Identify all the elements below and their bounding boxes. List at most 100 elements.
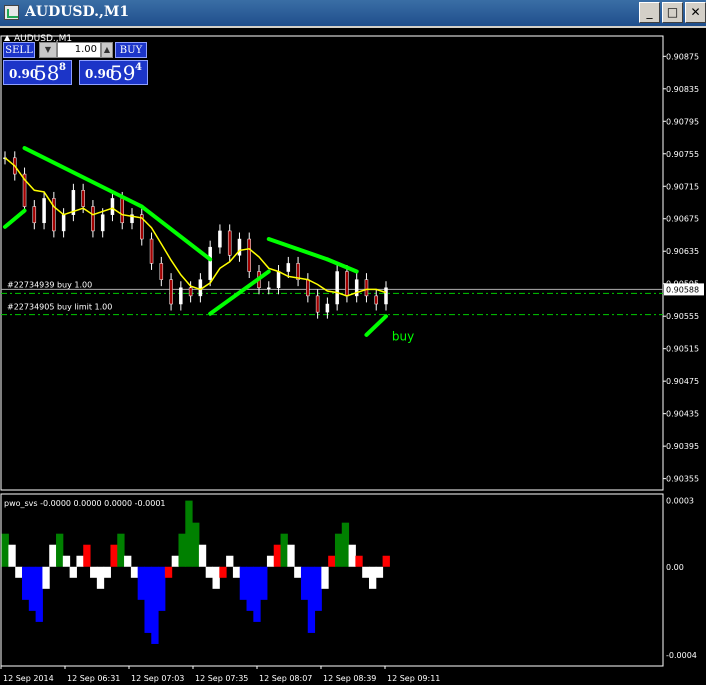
price-chart[interactable]: ▲ AUDUSD.,M10.908750.908350.907950.907550… — [0, 0, 706, 685]
histogram-bar — [321, 566, 329, 589]
candle-body — [198, 279, 203, 297]
histogram-bar — [164, 566, 173, 578]
candle-body — [208, 246, 212, 280]
candle-body — [188, 287, 193, 297]
buy-price-button[interactable]: 0.90 59 4 — [79, 60, 148, 85]
histogram-bar — [158, 566, 166, 611]
chart-collapse-icon: ▲ — [4, 33, 11, 42]
candle-body — [81, 190, 85, 207]
trend-line — [208, 269, 271, 316]
histogram-bar — [368, 566, 377, 589]
histogram-bar — [382, 555, 390, 567]
histogram-bar — [280, 533, 288, 567]
histogram-bar — [232, 566, 241, 578]
price-tick-label: 0.90475 — [666, 377, 699, 386]
histogram-bar — [198, 544, 207, 567]
candle-body — [335, 271, 339, 305]
histogram-bar — [307, 566, 316, 633]
price-tick-label: 0.90715 — [666, 182, 699, 191]
candle-body — [325, 303, 330, 313]
price-tick-label: 0.90635 — [666, 247, 699, 256]
time-tick-label: 12 Sep 06:31 — [67, 674, 120, 683]
buy-price-sup: 4 — [135, 62, 142, 73]
histogram-bar — [355, 555, 363, 567]
candle-body — [159, 263, 164, 280]
candle-body — [384, 287, 388, 305]
candle-body — [286, 263, 291, 272]
candle-body — [218, 230, 222, 248]
lot-increase-button[interactable]: ▲ — [101, 42, 113, 58]
candle-body — [315, 295, 320, 313]
trend-line — [364, 314, 388, 337]
time-tick-label: 12 Sep 08:39 — [323, 674, 376, 683]
histogram-bar — [62, 555, 71, 567]
histogram-bar — [287, 544, 295, 567]
histogram-bar — [205, 566, 214, 578]
histogram-bar — [110, 544, 118, 567]
histogram-bar — [334, 533, 343, 567]
histogram-bar — [15, 566, 23, 578]
histogram-bar — [294, 566, 302, 578]
candle-body — [61, 214, 66, 232]
indicator-tick-label: -0.0004 — [666, 651, 697, 660]
price-tick-label: 0.90835 — [666, 85, 699, 94]
histogram-bar — [8, 544, 16, 567]
histogram-bar — [171, 555, 179, 567]
histogram-bar — [76, 555, 84, 567]
buy-price-big: 59 — [110, 61, 136, 85]
histogram-bar — [314, 566, 322, 611]
histogram-bar — [151, 566, 159, 644]
histogram-bar — [130, 566, 139, 578]
histogram-bar — [246, 566, 254, 611]
time-tick-label: 12 Sep 07:35 — [195, 674, 248, 683]
histogram-bar — [375, 566, 384, 578]
price-tick-label: 0.90795 — [666, 117, 699, 126]
candle-body — [110, 198, 115, 215]
price-tick-label: 0.90875 — [666, 52, 699, 61]
histogram-bar — [103, 566, 111, 578]
histogram-bar — [266, 555, 275, 567]
order-label: #22734905 buy limit 1.00 — [7, 303, 112, 312]
histogram-bar — [1, 533, 9, 567]
histogram-bar — [362, 566, 370, 578]
sell-button[interactable]: SELL — [3, 42, 35, 58]
candle-body — [237, 238, 242, 256]
buy-annotation: buy — [392, 330, 414, 344]
histogram-bar — [328, 555, 336, 567]
indicator-label: pwo_svs -0.0000 0.0000 0.0000 -0.0001 — [4, 499, 166, 508]
histogram-bar — [124, 555, 132, 567]
candle-body — [120, 198, 124, 224]
price-tick-label: 0.90555 — [666, 312, 699, 321]
price-tick-label: 0.90755 — [666, 150, 699, 159]
histogram-bar — [348, 544, 356, 567]
sell-price-button[interactable]: 0.90 58 8 — [3, 60, 72, 85]
histogram-bar — [300, 566, 309, 600]
histogram-bar — [253, 566, 261, 622]
price-tick-label: 0.90515 — [666, 345, 699, 354]
current-price-label: 0.90588 — [666, 285, 699, 294]
histogram-bar — [56, 533, 64, 567]
lot-decrease-button[interactable]: ▼ — [39, 42, 57, 58]
candle-body — [364, 279, 369, 297]
histogram-bar — [212, 566, 220, 589]
price-tick-label: 0.90675 — [666, 215, 699, 224]
candle-body — [91, 206, 95, 232]
candle-body — [169, 279, 173, 305]
sell-price-big: 58 — [34, 61, 60, 85]
lot-size-input[interactable]: 1.00 — [57, 42, 101, 58]
one-click-trading-panel: SELL ▼ 1.00 ▲ BUY 0.90 58 8 0.90 59 4 — [3, 42, 148, 85]
histogram-bar — [185, 500, 193, 567]
histogram-bar — [28, 566, 37, 611]
histogram-bar — [22, 566, 30, 600]
histogram-bar — [49, 544, 57, 567]
histogram-bar — [260, 566, 268, 600]
histogram-bar — [69, 566, 77, 578]
candle-body — [42, 198, 46, 224]
histogram-bar — [90, 566, 98, 578]
candle-body — [247, 238, 251, 272]
indicator-tick-label: 0.00 — [666, 563, 684, 572]
histogram-bar — [137, 566, 145, 600]
buy-button[interactable]: BUY — [115, 42, 147, 58]
time-tick-label: 12 Sep 2014 — [3, 674, 54, 683]
time-tick-label: 12 Sep 09:11 — [387, 674, 440, 683]
